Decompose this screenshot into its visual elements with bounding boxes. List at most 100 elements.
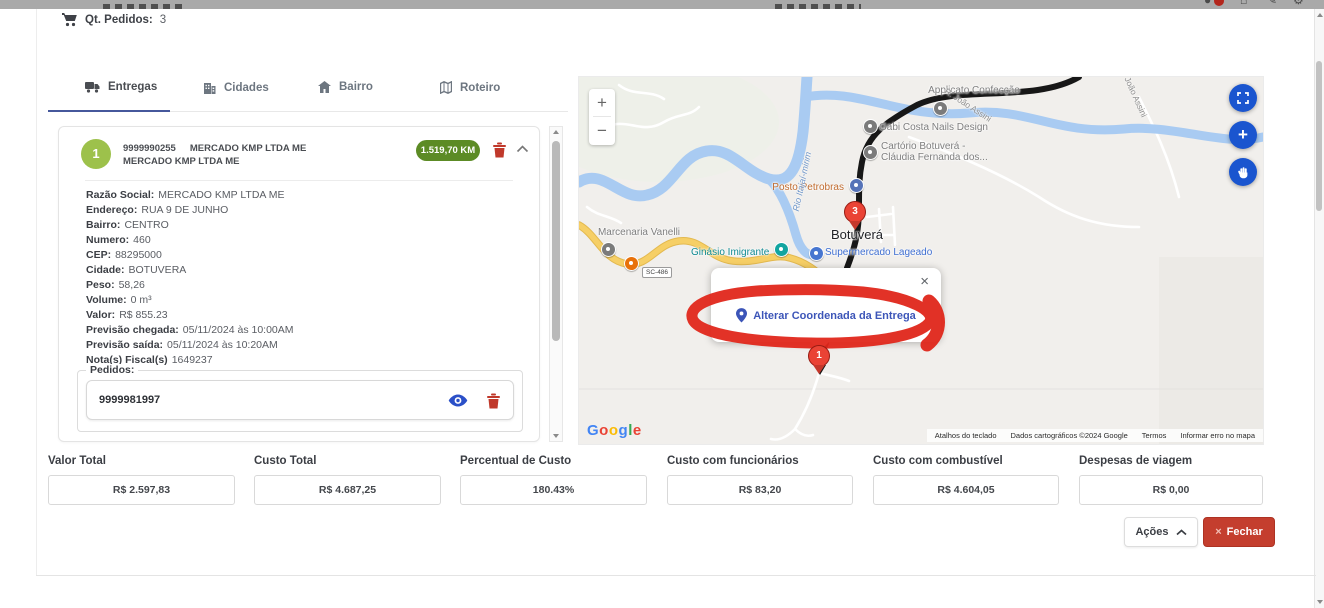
- poi-label-cartorio[interactable]: Cartório Botuverá - Cláudia Fernanda dos.…: [881, 141, 988, 163]
- map-marker-1[interactable]: 1: [808, 345, 830, 374]
- content-left-border: [36, 9, 37, 575]
- home-icon[interactable]: ⌂: [1240, 0, 1247, 7]
- detail-label: Endereço:: [86, 204, 138, 216]
- summary-value: R$ 0,00: [1079, 475, 1263, 505]
- fullscreen-button[interactable]: [1229, 84, 1257, 112]
- tab-roteiro[interactable]: Roteiro: [440, 81, 500, 94]
- summary-value: R$ 4.687,25: [254, 475, 441, 505]
- summary-value: R$ 83,20: [667, 475, 853, 505]
- map-icon: [440, 81, 452, 94]
- summary-value: 180.43%: [460, 475, 647, 505]
- google-logo[interactable]: Google: [587, 422, 642, 439]
- tab-bairro[interactable]: Bairro: [318, 81, 373, 93]
- poi-label-gabi[interactable]: Gabi Costa Nails Design: [879, 122, 988, 133]
- delete-pedido-icon[interactable]: [486, 392, 501, 409]
- detail-label: Volume:: [86, 294, 127, 306]
- detail-label: Numero:: [86, 234, 130, 246]
- scroll-down-icon[interactable]: [553, 434, 559, 438]
- map-marker-3[interactable]: 3: [844, 201, 866, 230]
- alterar-coordenada-link[interactable]: Alterar Coordenada da Entrega: [711, 308, 941, 323]
- tab-bar: Entregas Cidades Bairro Roteiro: [48, 74, 568, 112]
- zoom-in-button[interactable]: +: [589, 89, 615, 116]
- detail-value: 58,26: [118, 279, 145, 291]
- order-code: 9999990255: [123, 143, 176, 154]
- alterar-coordenada-label: Alterar Coordenada da Entrega: [753, 309, 916, 322]
- cart-icon: [62, 13, 77, 27]
- acoes-button[interactable]: Ações: [1124, 517, 1198, 547]
- terms-link[interactable]: Termos: [1142, 431, 1167, 440]
- orders-label: Qt. Pedidos:: [85, 14, 153, 26]
- acoes-label: Ações: [1135, 526, 1169, 538]
- delete-delivery-icon[interactable]: [492, 141, 507, 158]
- poi-pin-restaurant[interactable]: [624, 256, 639, 271]
- sequence-badge: 1: [81, 139, 111, 169]
- detail-label: CEP:: [86, 249, 112, 261]
- detail-label: Previsão saída:: [86, 339, 164, 351]
- pedido-row: 9999981997: [86, 380, 514, 420]
- poi-pin-cartorio[interactable]: [863, 145, 878, 160]
- tab-cidades[interactable]: Cidades: [203, 81, 269, 94]
- keyboard-shortcuts-link[interactable]: Atalhos do teclado: [935, 431, 997, 440]
- pedido-code: 9999981997: [99, 394, 161, 406]
- poi-pin-marcenaria[interactable]: [601, 242, 616, 257]
- poi-label-ginasio[interactable]: Ginásio Imigrante: [691, 247, 769, 258]
- poi-pin-gym[interactable]: [774, 242, 789, 257]
- detail-label: Bairro:: [86, 219, 121, 231]
- zoom-out-button[interactable]: −: [589, 117, 615, 144]
- bell-icon[interactable]: ●: [1204, 0, 1211, 7]
- page-scrollbar[interactable]: [1314, 9, 1324, 608]
- cutoff-text: [103, 4, 185, 9]
- delivery-details: Razão Social: MERCADO KMP LTDA ME Endereç…: [86, 188, 294, 368]
- scroll-up-icon[interactable]: [1316, 13, 1323, 17]
- content-bottom-divider: [36, 575, 1316, 576]
- orders-count-header: Qt. Pedidos: 3: [62, 13, 166, 27]
- detail-value: 1649237: [171, 354, 213, 366]
- app-root: ● ⌂ ✎ ⚙ Qt. Pedidos: 3 Entregas Cidades …: [0, 0, 1324, 608]
- delivery-title: 9999990255 MERCADO KMP LTDA ME MERCADO KM…: [123, 142, 306, 168]
- poi-label-marcenaria[interactable]: Marcenaria Vanelli: [594, 227, 684, 238]
- pencil-icon[interactable]: ✎: [1267, 0, 1277, 7]
- poi-pin-gabi[interactable]: [863, 119, 878, 134]
- detail-value: CENTRO: [124, 219, 169, 231]
- scroll-up-icon[interactable]: [553, 130, 559, 134]
- add-button[interactable]: +: [1229, 121, 1257, 149]
- tab-label: Roteiro: [460, 81, 501, 94]
- pan-button[interactable]: [1229, 158, 1257, 186]
- google-map[interactable]: + − Applicato Confecção Gabi Costa Nails…: [578, 76, 1264, 445]
- summary-value: R$ 4.604,05: [873, 475, 1059, 505]
- notification-badge: [1214, 0, 1224, 6]
- customer-name-2: MERCADO KMP LTDA ME: [123, 156, 240, 167]
- page-scrollbar-thumb[interactable]: [1316, 61, 1322, 211]
- view-pedido-icon[interactable]: [448, 394, 468, 407]
- detail-value: 05/11/2024 às 10:20AM: [167, 339, 278, 351]
- summary-label: Valor Total: [48, 455, 106, 467]
- customer-name: MERCADO KMP LTDA ME: [189, 143, 307, 154]
- card-list-scrollbar[interactable]: [549, 126, 563, 442]
- detail-value: 05/11/2024 às 10:00AM: [182, 324, 294, 336]
- gear-icon[interactable]: ⚙: [1293, 0, 1304, 7]
- poi-pin-gas-station[interactable]: [849, 178, 864, 193]
- summary-label: Custo com combustível: [873, 455, 1003, 467]
- detail-value: 0 m³: [130, 294, 152, 306]
- collapse-chevron-icon[interactable]: [516, 145, 529, 153]
- cutoff-text: [775, 4, 861, 9]
- poi-label-applicato[interactable]: Applicato Confecção: [909, 85, 1039, 96]
- poi-pin-applicato[interactable]: [933, 101, 948, 116]
- detail-label: Valor:: [86, 309, 116, 321]
- poi-pin-supermarket[interactable]: [809, 246, 824, 261]
- report-error-link[interactable]: Informar erro no mapa: [1180, 431, 1255, 440]
- pedidos-fieldset: Pedidos: 9999981997: [77, 364, 523, 432]
- tab-label: Bairro: [339, 81, 373, 93]
- card-scrollbar-thumb[interactable]: [552, 141, 560, 341]
- summary-label: Percentual de Custo: [460, 455, 572, 467]
- tab-label: Entregas: [108, 81, 158, 93]
- chevron-up-icon: [1175, 528, 1187, 535]
- fechar-button[interactable]: × Fechar: [1203, 517, 1275, 547]
- close-icon[interactable]: ×: [920, 274, 929, 289]
- tab-entregas[interactable]: Entregas: [85, 81, 157, 93]
- poi-label-supermercado[interactable]: Supermercado Lageado: [825, 247, 932, 258]
- truck-icon: [85, 82, 100, 93]
- map-zoom-control: + −: [589, 89, 615, 145]
- scroll-down-icon[interactable]: [1316, 600, 1323, 604]
- fechar-label: Fechar: [1226, 526, 1263, 538]
